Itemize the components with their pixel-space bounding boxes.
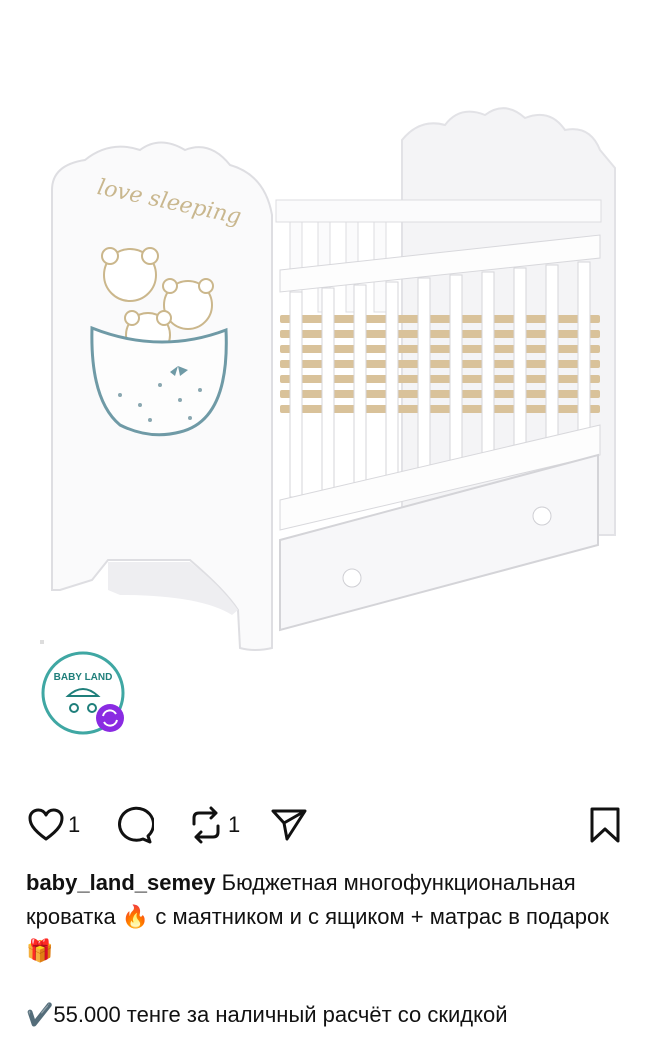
comment-button[interactable]: [114, 806, 154, 844]
post-caption: baby_land_semey Бюджетная многофункциона…: [26, 866, 626, 1032]
crib-image: love sleeping: [40, 107, 616, 651]
share-button[interactable]: [270, 808, 308, 842]
repost-icon: [192, 806, 220, 844]
like-button[interactable]: 1: [28, 808, 80, 842]
bookmark-icon: [590, 807, 620, 843]
repost-button[interactable]: 1: [188, 806, 240, 844]
post-image[interactable]: love sleeping BABY LAND: [0, 0, 654, 760]
account-avatar[interactable]: BABY LAND: [40, 650, 128, 738]
caption-price: ✔️55.000 тенге за наличный расчёт со ски…: [26, 1002, 508, 1027]
repost-count: 1: [228, 812, 241, 837]
save-button[interactable]: [588, 806, 622, 844]
avatar-text: BABY LAND: [54, 672, 113, 683]
like-count: 1: [68, 812, 81, 837]
post-actions: 1 1: [0, 800, 654, 850]
send-icon: [271, 809, 307, 841]
repost-badge: [96, 704, 124, 732]
comment-icon: [118, 806, 154, 844]
caption-username[interactable]: baby_land_semey: [26, 870, 216, 895]
heart-icon: [28, 808, 64, 841]
caption-body: baby_land_semey Бюджетная многофункциона…: [26, 866, 626, 968]
